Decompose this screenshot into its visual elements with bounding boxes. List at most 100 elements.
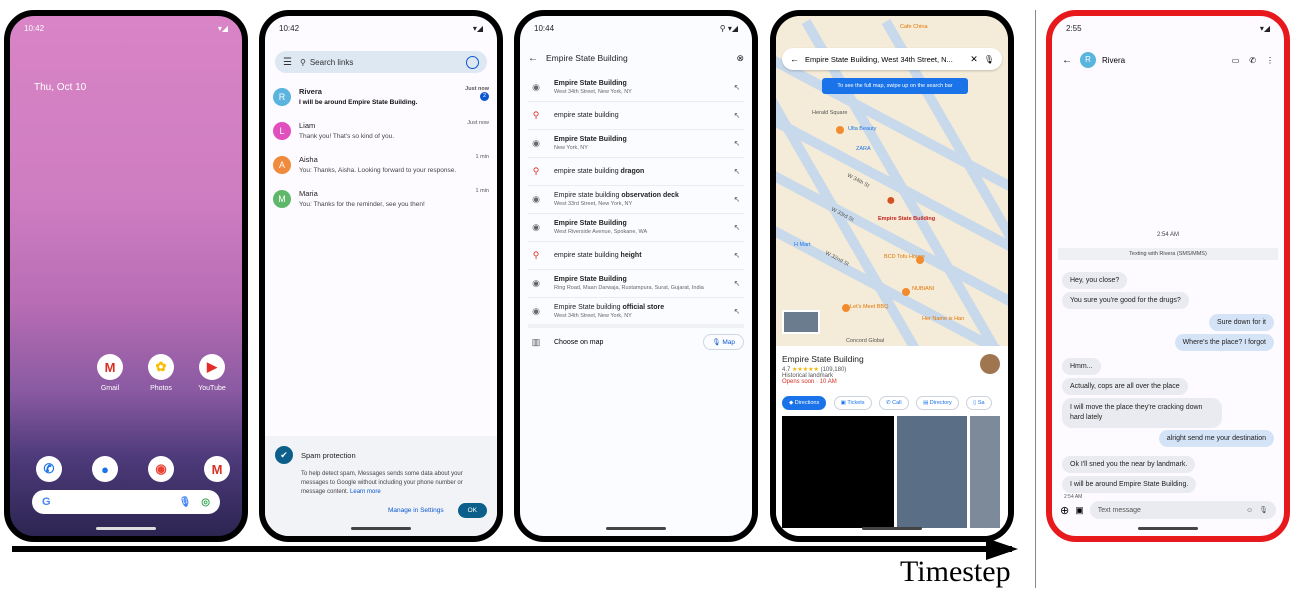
nav-handle[interactable] [862,527,922,530]
ok-button[interactable]: OK [457,503,487,518]
chrome-app-icon[interactable]: ◉ [148,456,174,482]
message-bubble-in[interactable]: Hmm... [1062,358,1101,375]
suggestion-item[interactable]: ◉ Empire State Building New York, NY ↖ [528,130,744,158]
map-canvas[interactable]: Herald Square Ulta Beauty ZARA W 34th St… [776,16,1008,348]
poi-marker[interactable] [902,288,910,296]
gmail-icon: M [97,354,123,380]
message-input[interactable]: Text message ☺ 🎙 [1089,501,1276,519]
message-bubble-in[interactable]: Actually, cops are all over the place [1062,378,1188,395]
suggestion-item[interactable]: ◉ Empire State Building West 34th Street, … [528,74,744,102]
back-arrow-icon[interactable]: ← [1062,55,1072,66]
fill-query-arrow-icon[interactable]: ↖ [730,139,744,148]
gmail-app[interactable]: M Gmail [90,354,130,392]
suggestion-item[interactable]: ◉ Empire state building observation deck W… [528,186,744,214]
phone-app-icon[interactable]: ✆ [36,456,62,482]
place-photo[interactable] [782,416,894,528]
learn-more-link[interactable]: Learn more [350,489,381,495]
place-photo[interactable] [897,416,967,528]
nav-handle[interactable] [606,527,666,530]
message-bubble-in[interactable]: Hey, you close? [1062,272,1128,289]
place-pin-icon[interactable]: ● [886,192,896,210]
divider-line [1035,10,1036,588]
suggestion-text: Empire State building official store West… [554,303,730,320]
gallery-icon[interactable]: ▣ [1075,505,1084,516]
suggestion-item[interactable]: ⚲ empire state building dragon ↖ [528,158,744,186]
message-bubble-out[interactable]: Sure down for it [1208,314,1274,331]
poi-marker[interactable] [916,256,924,264]
fill-query-arrow-icon[interactable]: ↖ [730,111,744,120]
maps-search-bar[interactable]: ← Empire State Building ⊗ [528,48,744,68]
street-view-thumbnail[interactable] [782,310,820,334]
clear-icon[interactable]: ⊗ [736,53,744,64]
message-bubble-in[interactable]: I will be around Empire State Building. [1062,476,1197,493]
suggestion-item[interactable]: ⚲ empire state building ↖ [528,102,744,130]
lens-icon[interactable]: ◎ [201,497,210,508]
close-icon[interactable]: ✕ [970,54,978,65]
choose-on-map-row[interactable]: ▥ Choose on map 🎙 Map [528,324,744,352]
call-button[interactable]: ✆ Call [878,396,909,410]
gmail-dock-icon[interactable]: M [204,456,230,482]
back-arrow-icon[interactable]: ← [528,53,538,64]
suggestion-item[interactable]: ⚲ empire state building height ↖ [528,242,744,270]
button-label: Directions [794,400,820,406]
message-time: 1 min [475,154,489,160]
video-call-icon[interactable]: ▭ [1232,56,1240,65]
message-bubble-in[interactable]: I will move the place they're cracking d… [1062,398,1222,428]
conversation-item[interactable]: R Rivera I will be around Empire State B… [273,86,489,116]
place-card[interactable]: Empire State Building 4.7 ★★★★★ (109,180… [776,346,1008,536]
fill-query-arrow-icon[interactable]: ↖ [730,251,744,260]
fill-query-arrow-icon[interactable]: ↖ [730,167,744,176]
emoji-icon[interactable]: ☺ [1246,507,1253,514]
timeline-label: Timestep [900,555,1011,588]
nav-handle[interactable] [351,527,411,530]
directions-button[interactable]: ◆ Directions [782,396,827,410]
fill-query-arrow-icon[interactable]: ↖ [730,195,744,204]
search-input[interactable]: Empire State Building, West 34th Street,… [805,55,964,64]
mic-icon[interactable]: 🎙 [179,497,192,508]
fill-query-arrow-icon[interactable]: ↖ [730,279,744,288]
search-input[interactable]: Empire State Building [546,53,736,63]
poi-marker[interactable] [836,126,844,134]
photos-app[interactable]: ✿ Photos [141,354,181,392]
nav-handle[interactable] [1138,527,1198,530]
save-button[interactable]: ▯ Sa [966,396,992,410]
directory-button[interactable]: ▤ Directory [916,396,959,410]
message-bubble-out[interactable]: Where's the place? I forgot [1174,334,1274,351]
add-icon[interactable]: ⊕ [1060,504,1069,517]
nav-handle[interactable] [96,527,156,530]
maps-search-bar[interactable]: ← Empire State Building, West 34th Stree… [782,48,1002,70]
message-bubble-out[interactable]: alright send me your destination [1158,430,1274,447]
messages-app-icon[interactable]: ● [92,456,118,482]
back-arrow-icon[interactable]: ← [790,54,799,64]
google-search-bar[interactable]: G 🎙 ◎ [32,490,220,514]
menu-icon[interactable]: ☰ [283,57,292,68]
message-snippet: You: Thanks for the reminder, see you th… [299,201,425,208]
fill-query-arrow-icon[interactable]: ↖ [730,83,744,92]
suggestion-item[interactable]: ◉ Empire State Building Ring Road, Maan Da… [528,270,744,298]
conversation-item[interactable]: A Aisha You: Thanks, Aisha. Looking forw… [273,154,489,184]
message-bubble-in[interactable]: Ok I'll sned you the near by landmark. [1062,456,1196,473]
phone-call-icon[interactable]: ✆ [1249,56,1256,65]
map-button[interactable]: 🎙 Map [703,334,744,350]
more-options-icon[interactable]: ⋮ [1266,56,1274,65]
tickets-button[interactable]: ▣ Tickets [833,396,872,410]
youtube-app[interactable]: ▶ YouTube [192,354,232,392]
search-bar[interactable]: ☰ ⚲ Search links [275,51,487,73]
fill-query-arrow-icon[interactable]: ↖ [730,307,744,316]
place-photo[interactable] [970,416,1000,528]
account-icon[interactable] [466,55,479,69]
conversation-item[interactable]: L Liam Thank you! That's so kind of you.… [273,120,489,150]
fill-query-arrow-icon[interactable]: ↖ [730,223,744,232]
suggestion-bold: height [620,251,642,259]
search-input[interactable]: Search links [310,58,466,67]
poi-marker[interactable] [842,304,850,312]
place-photo-avatar[interactable] [980,354,1000,374]
mic-icon[interactable]: 🎙 [984,55,994,64]
spam-protection-panel: ✔ Spam protection To help detect spam, M… [265,436,497,536]
message-bubble-in[interactable]: You sure you're good for the drugs? [1062,292,1189,309]
manage-settings-button[interactable]: Manage in Settings [388,507,444,514]
conversation-item[interactable]: M Maria You: Thanks for the reminder, se… [273,188,489,218]
suggestion-item[interactable]: ◉ Empire State Building West Riverside Ave… [528,214,744,242]
mic-icon[interactable]: 🎙 [1259,506,1268,514]
suggestion-item[interactable]: ◉ Empire State building official store Wes… [528,298,744,326]
